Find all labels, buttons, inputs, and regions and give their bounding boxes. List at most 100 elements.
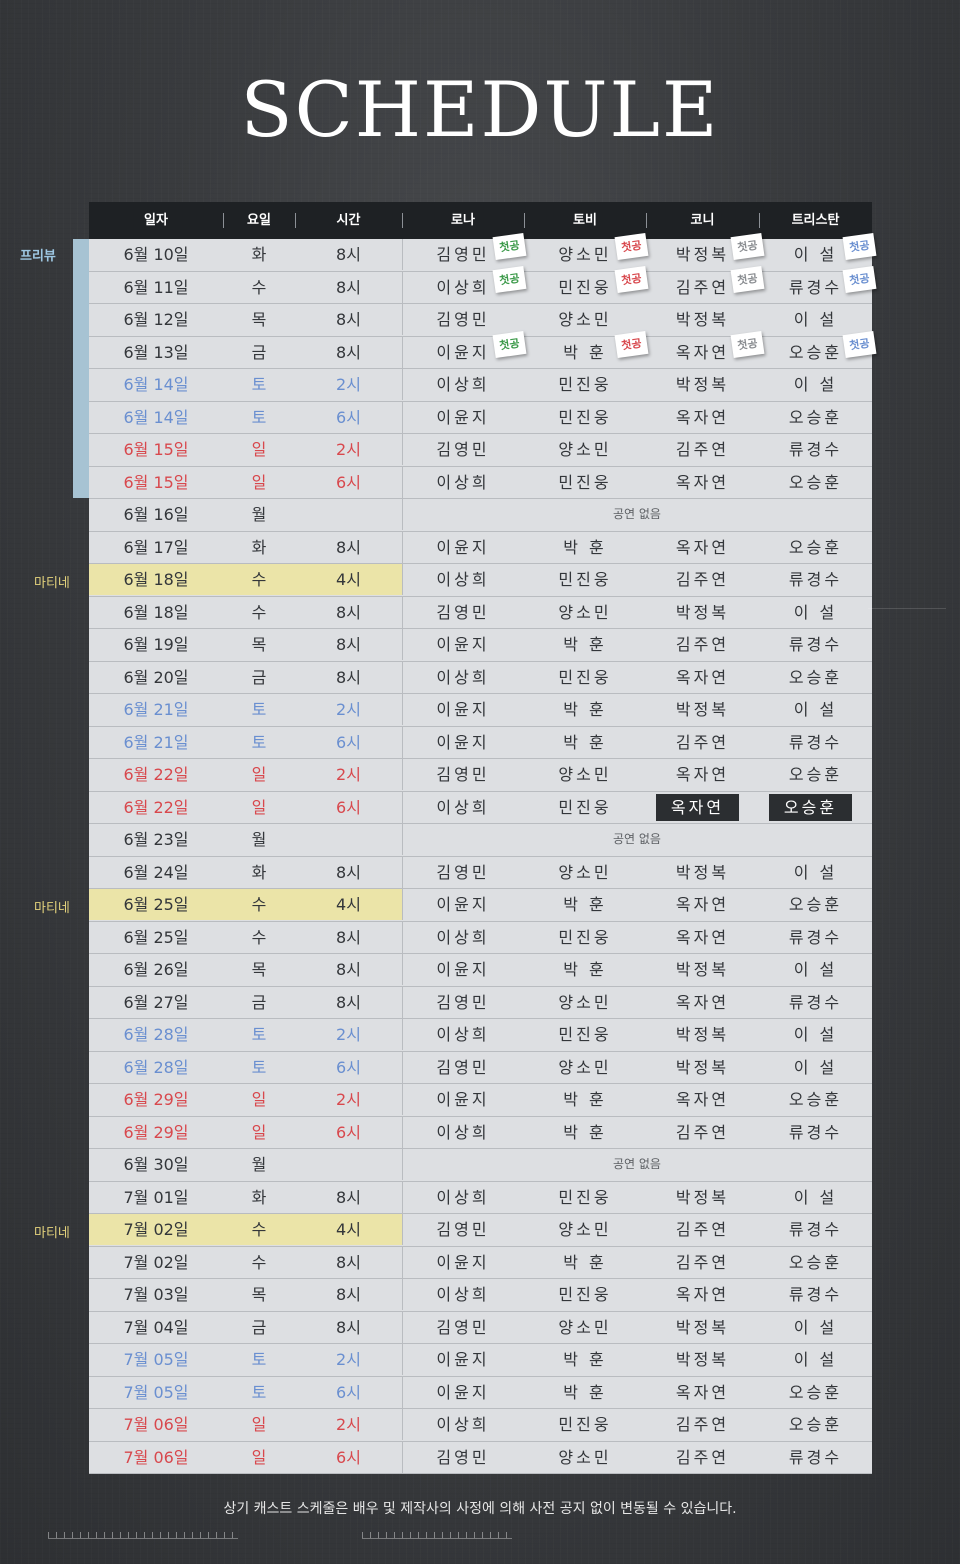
header-time: 시간 (336, 213, 361, 228)
date-cell: 6월 27일 (123, 992, 189, 1012)
time-cell: 8시 (336, 310, 361, 329)
table-row: 6월 22일 일 6시 이상희 민진웅 옥자연 오승훈 (89, 791, 872, 824)
time-cell: 8시 (336, 862, 361, 882)
time-cell: 8시 (336, 342, 361, 362)
matinee-label: 마티네 (34, 901, 70, 916)
table-row: 7월 04일 금 8시 김영민 양소민 박정복 이 설 (89, 1311, 872, 1344)
table-row: 6월 25일 수 4시 이윤지 박 훈 옥자연 오승훈 (89, 889, 872, 922)
table-body: 6월 10일 화 8시 김영민 양소민 박정복 이 설 첫공 첫공 첫공 첫공 6월 11일 수 8시 이상… (89, 232, 877, 1474)
cast-cell: 오승훈 (788, 667, 843, 687)
cast-cell: 박정복 (675, 602, 730, 622)
cast-cell: 김주연 (675, 440, 730, 459)
day-cell: 금 (251, 1317, 267, 1337)
cast-cell: 오승훈 (788, 1415, 843, 1434)
cast-cell: 오승훈 (788, 895, 843, 914)
time-cell: 6시 (336, 472, 361, 492)
cast-cell: 민진웅 (558, 797, 612, 817)
date-cell: 6월 10일 (123, 245, 189, 264)
day-cell: 금 (251, 992, 267, 1012)
date-cell: 6월 25일 (123, 895, 189, 914)
time-cell: 6시 (336, 1122, 361, 1142)
day-cell: 목 (251, 960, 267, 979)
cast-cell: 이 설 (793, 1057, 838, 1077)
header-day: 요일 (247, 213, 271, 228)
cast-cell: 박정복 (675, 862, 730, 882)
decorative-ruler (48, 1528, 238, 1539)
day-cell: 월 (251, 505, 267, 524)
cast-cell: 민진웅 (558, 927, 612, 947)
cast-cell: 이 설 (793, 960, 838, 979)
cast-cell: 류경수 (788, 635, 843, 654)
day-cell: 수 (251, 1220, 267, 1239)
cast-cell: 박 훈 (563, 1090, 607, 1109)
table-row: 6월 17일 화 8시 이윤지 박 훈 옥자연 오승훈 (89, 531, 872, 564)
cast-cell: 박정복 (675, 960, 730, 979)
cast-cell: 민진웅 (558, 1025, 612, 1044)
cast-cell: 박 훈 (563, 537, 607, 557)
cast-cell: 이상희 (436, 570, 490, 589)
day-cell: 수 (251, 927, 267, 947)
cast-cell: 류경수 (788, 1220, 843, 1239)
cast-cell: 이상희 (436, 375, 490, 394)
day-cell: 토 (251, 407, 267, 427)
cast-cell: 양소민 (558, 1057, 612, 1077)
table-row: 6월 11일 수 8시 이상희 민진웅 김주연 류경수 첫공 첫공 첫공 첫공 (89, 265, 877, 304)
time-cell: 8시 (336, 960, 361, 979)
preview-label: 프리뷰 (20, 249, 56, 264)
cast-cell: 양소민 (558, 862, 612, 882)
table-row: 6월 23일 월 공연 없음 (89, 824, 872, 857)
cast-cell: 김영민 (436, 1447, 490, 1467)
table-row: 7월 06일 일 6시 김영민 양소민 김주연 류경수 (89, 1441, 872, 1474)
cast-cell: 이윤지 (436, 1382, 490, 1402)
table-row: 7월 01일 화 8시 이상희 민진웅 박정복 이 설 (89, 1181, 872, 1214)
cast-cell: 이윤지 (436, 895, 490, 914)
cast-cell: 김영민 (436, 310, 490, 329)
time-cell: 8시 (336, 1187, 361, 1207)
date-cell: 7월 06일 (123, 1447, 189, 1467)
matinee-label: 마티네 (34, 1226, 70, 1241)
day-cell: 금 (251, 342, 267, 362)
day-cell: 일 (251, 440, 267, 459)
cast-cell: 이윤지 (436, 635, 490, 654)
cast-cell: 이윤지 (436, 1350, 490, 1369)
cast-cell: 김영민 (436, 602, 490, 622)
cast-cell: 김주연 (675, 1220, 730, 1239)
cast-cell: 민진웅 (558, 407, 612, 427)
date-cell: 6월 20일 (123, 667, 189, 687)
cast-cell: 오승훈 (788, 472, 843, 492)
time-cell: 2시 (336, 440, 361, 459)
cast-cell: 양소민 (558, 1220, 612, 1239)
cast-cell: 양소민 (558, 440, 612, 459)
cast-cell: 박 훈 (563, 732, 607, 752)
cast-cell: 옥자연 (675, 407, 730, 427)
time-cell: 2시 (336, 375, 361, 394)
day-cell: 토 (251, 1025, 267, 1044)
date-cell: 7월 01일 (123, 1187, 189, 1207)
day-cell: 토 (251, 732, 267, 752)
table-row: 7월 06일 일 2시 이상희 민진웅 김주연 오승훈 (89, 1409, 872, 1442)
day-cell: 화 (251, 245, 267, 264)
date-cell: 7월 02일 (123, 1220, 189, 1239)
no-performance-note: 공연 없음 (613, 1157, 661, 1171)
no-performance-note: 공연 없음 (613, 832, 661, 846)
cast-cell: 박정복 (675, 1057, 730, 1077)
first-show-badge: 첫공 (730, 265, 765, 293)
cast-cell: 이상희 (436, 797, 490, 817)
cast-cell: 박 훈 (563, 635, 607, 654)
table-row: 6월 18일 수 8시 김영민 양소민 박정복 이 설 (89, 596, 872, 629)
cast-cell: 옥자연 (675, 667, 730, 687)
day-cell: 토 (251, 1350, 267, 1369)
date-cell: 6월 13일 (123, 342, 189, 362)
header-rona: 로나 (451, 213, 475, 228)
schedule-table: 일자 요일 시간 로나 토비 코니 트리스탄 6월 10일 화 8시 김영민 양소민 박정… (89, 202, 877, 1474)
day-cell: 수 (251, 1252, 267, 1272)
cast-cell: 김영민 (436, 440, 490, 459)
cast-cell: 류경수 (788, 1285, 843, 1304)
cast-cell: 양소민 (558, 1317, 612, 1337)
cast-cell: 이상희 (436, 1415, 490, 1434)
table-row: 6월 19일 목 8시 이윤지 박 훈 김주연 류경수 (89, 629, 872, 662)
cast-cell: 옥자연 (675, 895, 730, 914)
time-cell (295, 1149, 402, 1180)
cast-cell: 박 훈 (563, 1382, 607, 1402)
date-cell: 6월 23일 (123, 830, 189, 849)
